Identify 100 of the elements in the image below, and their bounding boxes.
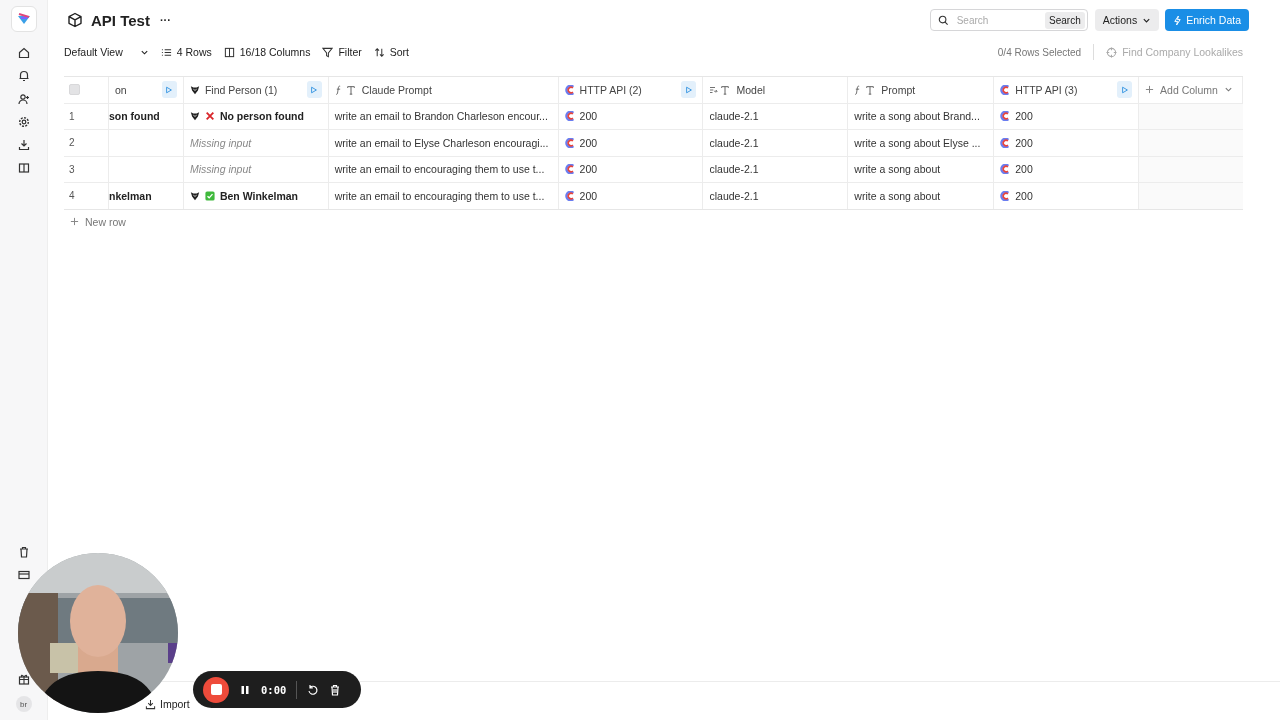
column-header[interactable]: HTTP API (3) [1015,83,1113,96]
add-column-button[interactable]: Add Column [1145,83,1233,96]
row-number: 1 [69,110,75,122]
stop-button[interactable] [203,676,229,703]
bell-icon[interactable] [17,70,30,82]
table-cell: claude-2.1 [709,110,759,123]
table-cell: write an email to encouraging them to use t... [334,163,545,176]
card-icon[interactable] [17,569,30,581]
table-cell: 200 [579,136,598,149]
table-title: API Test [91,11,150,29]
c-logo-icon [564,137,575,148]
table-cell: claude-2.1 [709,136,759,149]
table-cell: claude-2.1 [709,189,759,202]
table-cell: claude-2.1 [709,163,759,176]
search-icon [937,14,949,26]
table-cell: write an email to Brandon Charleson encour... [334,110,548,123]
table-cell: Ben Winkelman [219,189,298,202]
sort-button[interactable]: Sort [373,46,409,58]
c-logo-icon [564,190,575,201]
table-cell: 200 [1015,163,1033,176]
run-column-button[interactable] [306,81,322,99]
rows-button[interactable]: 4 Rows [160,46,212,58]
recording-time: 0:00 [261,683,287,696]
download-icon [145,698,156,710]
columns-button[interactable]: 16/18 Columns [223,46,311,58]
new-row-button[interactable]: New row [70,215,126,228]
search-field[interactable]: Search Search [929,9,1088,31]
column-header[interactable]: HTTP API (2) [579,83,677,96]
logo-icon[interactable] [10,6,37,32]
search-button[interactable]: Search [1045,11,1085,29]
c-logo-icon [1000,190,1011,201]
fox-icon [189,84,200,95]
c-logo-icon [1000,164,1011,175]
run-column-button[interactable] [681,81,697,99]
caret-icon [1223,85,1233,95]
plus-icon [1145,85,1155,95]
run-column-button[interactable] [161,81,177,99]
lightning-icon [1173,14,1183,26]
add-user-icon[interactable] [17,93,30,105]
column-header[interactable]: on [114,83,157,96]
fox-icon [189,190,200,201]
columns-icon [223,46,235,58]
table-cell: write a song about [854,163,941,176]
formula-text-icon [334,84,357,95]
import-button[interactable]: Import [145,698,190,710]
c-logo-icon [1000,111,1011,122]
cube-icon [67,12,83,28]
actions-button[interactable]: Actions [1094,9,1160,31]
table-cell: 200 [1015,110,1033,123]
c-logo-icon [564,84,575,95]
formula-text-icon [854,84,877,95]
input-text-icon [709,84,732,95]
restart-icon[interactable] [307,683,320,696]
c-logo-icon [564,111,575,122]
crosshair-icon [1106,46,1118,58]
select-all-checkbox[interactable] [69,84,80,96]
table-cell: 200 [579,110,598,123]
play-icon [165,85,174,94]
column-header[interactable]: Find Person (1) [204,83,302,96]
pause-icon[interactable] [239,683,251,696]
table-cell: Missing input [189,163,252,176]
table-cell: write an email to Elyse Charleson encouragi... [334,136,549,149]
row-number: 3 [69,163,75,175]
trash-icon[interactable] [17,546,30,558]
play-icon [1120,85,1129,94]
sort-icon [373,46,385,58]
table-cell: write a song about Elyse ... [854,136,981,149]
c-logo-icon [1000,137,1011,148]
book-icon[interactable] [17,162,30,174]
home-icon[interactable] [17,47,30,59]
table-cell: 200 [579,189,598,202]
download-icon[interactable] [17,139,30,151]
table-cell: 200 [1015,136,1033,149]
filter-icon [322,46,334,58]
c-logo-icon [1000,84,1011,95]
table-cell: son found [108,110,160,123]
play-icon [310,85,319,94]
table-cell: Missing input [189,136,252,149]
view-dropdown[interactable]: Default View [64,46,149,58]
list-icon [160,46,172,58]
column-header[interactable]: Prompt [881,83,988,96]
table-cell: write an email to encouraging them to use t... [334,189,545,202]
selection-count: 0/4 Rows Selected [997,46,1082,58]
filter-button[interactable]: Filter [322,46,362,58]
column-header[interactable]: Model [736,83,842,96]
more-button[interactable]: ··· [159,14,171,26]
run-column-button[interactable] [1117,81,1133,99]
settings-icon[interactable] [17,116,30,128]
column-header[interactable]: Claude Prompt [361,83,552,96]
table-cell: 200 [579,163,598,176]
gift-icon[interactable] [17,673,30,685]
plus-icon [70,217,79,226]
trash-icon[interactable] [329,683,342,696]
user-avatar[interactable]: br [15,696,32,712]
table-cell: write a song about [854,189,941,202]
table-cell: 200 [1015,189,1033,202]
row-number: 4 [69,190,75,202]
table-cell: No person found [219,110,304,123]
table-cell: nkelman [108,189,152,202]
row-number: 2 [69,137,75,149]
